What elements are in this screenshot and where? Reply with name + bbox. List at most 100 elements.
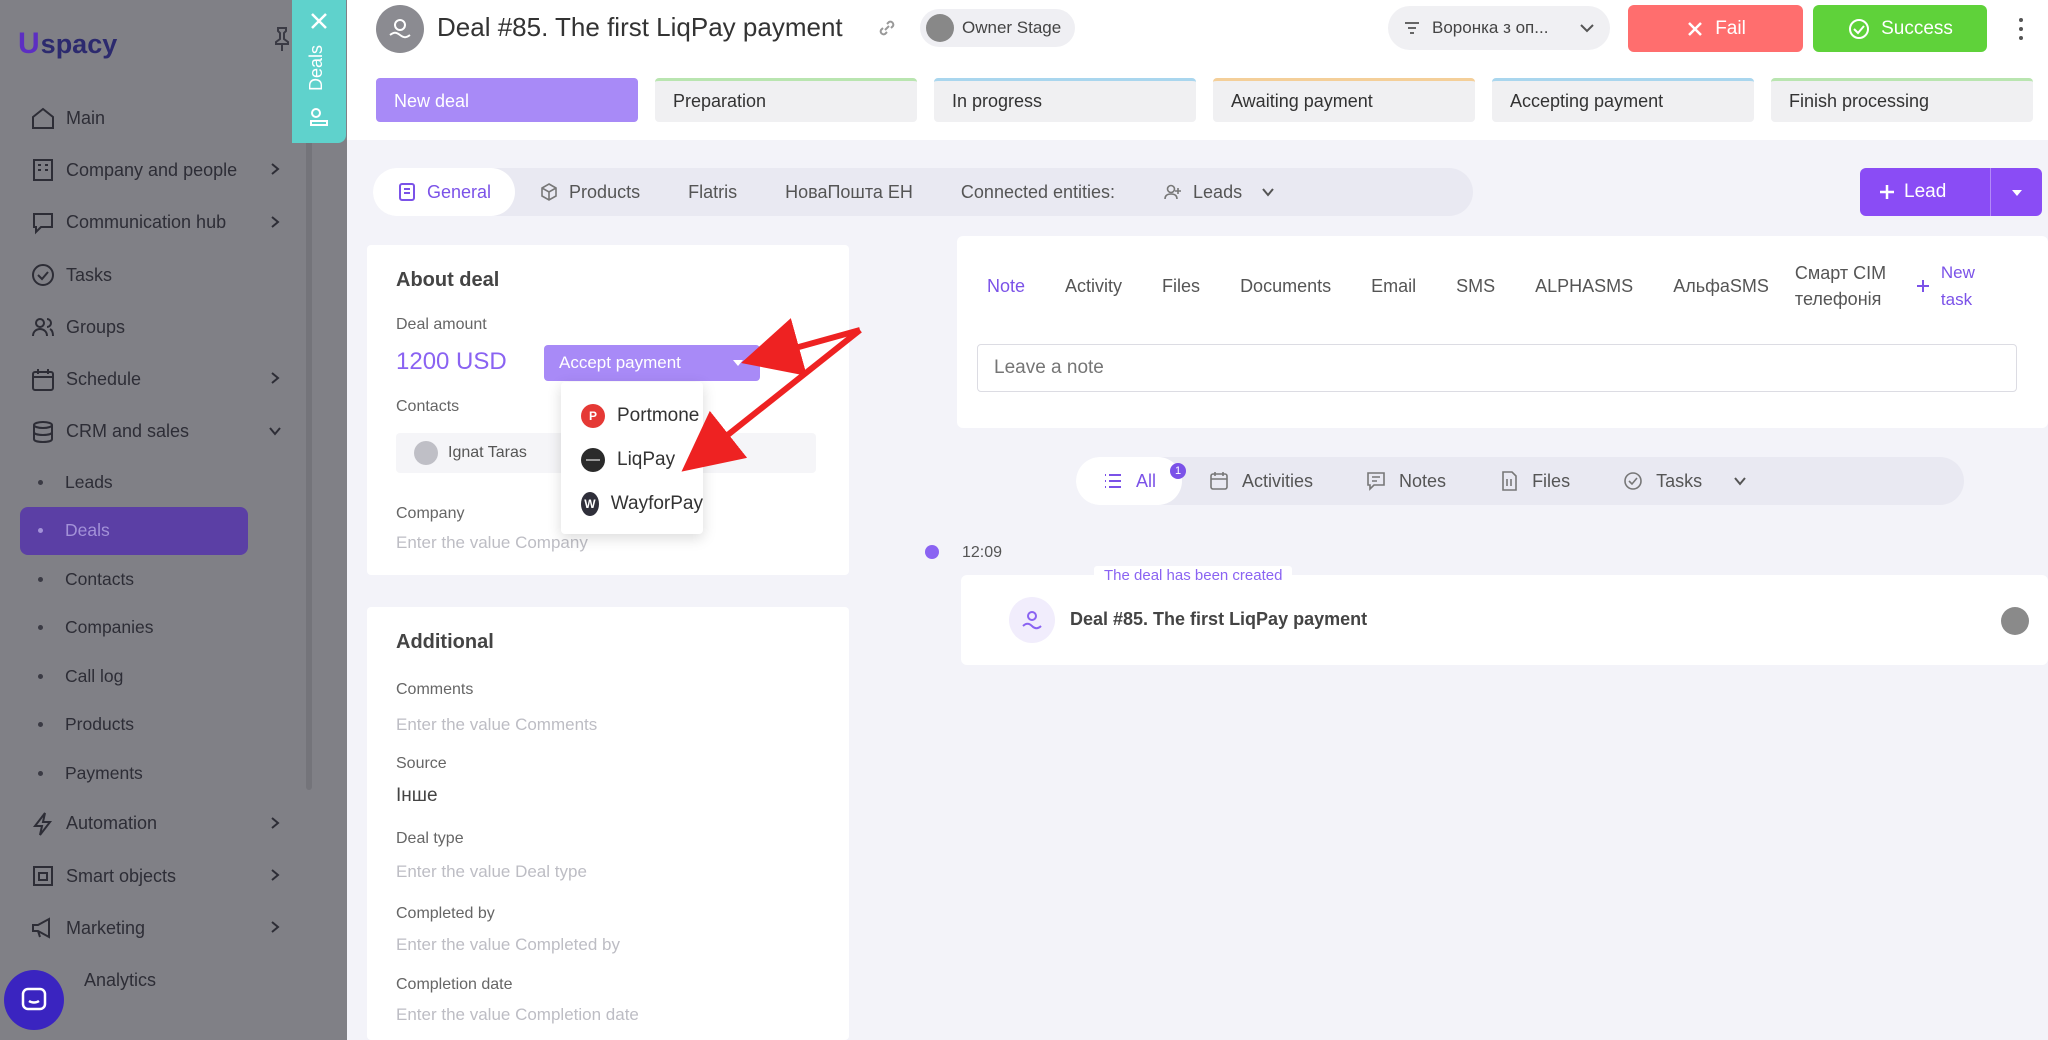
- create-lead-button[interactable]: Lead: [1860, 168, 2042, 216]
- sidebar-item-communication-hub[interactable]: Communication hub: [0, 197, 300, 249]
- sidebar-subitem-companies[interactable]: Companies: [0, 604, 300, 653]
- menu-item-portmone[interactable]: P Portmone: [561, 394, 703, 438]
- stage-label: Preparation: [673, 91, 767, 111]
- sidebar-item-crm-and-sales[interactable]: CRM and sales: [0, 406, 300, 458]
- filter-all[interactable]: All 1: [1076, 457, 1186, 505]
- sidebar-subitem-contacts[interactable]: Contacts: [0, 555, 300, 604]
- sidebar-item-smart-objects[interactable]: Smart objects: [0, 850, 300, 902]
- tab-novaposhta[interactable]: НоваПошта ЕН: [761, 168, 937, 216]
- plus-icon: [1916, 280, 1929, 292]
- new-task-button[interactable]: New task: [1899, 259, 1975, 313]
- sidebar-item-label: Marketing: [66, 917, 146, 938]
- tab-activity[interactable]: Activity: [1045, 276, 1142, 297]
- sidebar-subitem-products[interactable]: Products: [0, 701, 300, 750]
- tab-leads[interactable]: Leads: [1139, 168, 1300, 216]
- note-input[interactable]: [977, 344, 2017, 392]
- stage-accepting-payment[interactable]: Accepting payment: [1492, 78, 1754, 122]
- completion-date-label: Completion date: [396, 976, 513, 993]
- user-plus-icon: [1164, 184, 1182, 200]
- sidebar-item-groups[interactable]: Groups: [0, 301, 300, 353]
- deal-type-field[interactable]: Enter the value Deal type: [396, 862, 587, 882]
- users-icon: [28, 312, 58, 342]
- sidebar-subitem-label: Payments: [65, 762, 143, 783]
- tab-smart-sim-telephony[interactable]: Смарт СІМ телефонія: [1789, 260, 1899, 312]
- deals-panel-tab[interactable]: Deals: [292, 0, 346, 143]
- tab-products[interactable]: Products: [515, 168, 664, 216]
- close-icon[interactable]: [308, 10, 330, 32]
- document-icon: [399, 183, 415, 201]
- timeline-event-card[interactable]: Deal #85. The first LiqPay payment: [961, 575, 2048, 665]
- owner-stage-button[interactable]: Owner Stage: [920, 9, 1076, 47]
- stage-finish-processing[interactable]: Finish processing: [1771, 78, 2033, 122]
- chat-bubble-icon: [21, 987, 47, 1011]
- funnel-select[interactable]: Воронка з оп...: [1388, 6, 1610, 50]
- sidebar-subitem-leads[interactable]: Leads: [0, 458, 300, 507]
- sidebar-scrollbar[interactable]: [306, 120, 312, 790]
- accept-payment-button[interactable]: Accept payment: [544, 345, 760, 381]
- chevron-down-icon[interactable]: [1732, 473, 1748, 489]
- tab-email[interactable]: Email: [1351, 276, 1436, 297]
- caret-down-icon[interactable]: [2010, 186, 2024, 200]
- filter-tasks[interactable]: Tasks: [1596, 457, 1774, 505]
- comments-field[interactable]: Enter the value Comments: [396, 715, 597, 735]
- chevron-down-icon[interactable]: [1260, 184, 1276, 200]
- filter-label: All: [1136, 470, 1157, 491]
- filter-activities[interactable]: Activities: [1182, 457, 1339, 505]
- pin-icon[interactable]: [272, 26, 292, 52]
- stage-preparation[interactable]: Preparation: [655, 78, 917, 122]
- stage-awaiting-payment[interactable]: Awaiting payment: [1213, 78, 1475, 122]
- avatar: [926, 14, 954, 42]
- filter-files[interactable]: Files: [1472, 457, 1596, 505]
- tab-alfasms[interactable]: АльфаSMS: [1653, 276, 1789, 297]
- stage-new-deal[interactable]: New deal: [376, 78, 638, 122]
- sidebar-item-label: Main: [66, 107, 106, 128]
- link-icon[interactable]: [876, 17, 898, 39]
- chevron-down-icon: [269, 427, 281, 436]
- chevron-down-icon: [1580, 24, 1594, 33]
- tab-general[interactable]: General: [373, 168, 516, 216]
- tab-documents[interactable]: Documents: [1220, 276, 1351, 297]
- fail-label: Fail: [1715, 17, 1746, 39]
- fail-button[interactable]: Fail: [1628, 5, 1803, 52]
- completed-by-field[interactable]: Enter the value Completed by: [396, 935, 620, 955]
- more-options-icon[interactable]: [2011, 14, 2031, 44]
- tab-alphasms[interactable]: ALPHASMS: [1515, 276, 1653, 297]
- sidebar-item-automation[interactable]: Automation: [0, 798, 300, 850]
- menu-item-liqpay[interactable]: LiqPay: [561, 438, 703, 482]
- sidebar-subitem-deals[interactable]: Deals: [20, 506, 248, 556]
- sidebar-item-schedule[interactable]: Schedule: [0, 353, 300, 405]
- sidebar-item-tasks[interactable]: Tasks: [0, 249, 300, 301]
- app-logo[interactable]: Uspacy: [18, 24, 117, 64]
- sidebar-subitem-call-log[interactable]: Call log: [0, 652, 300, 701]
- completion-date-field[interactable]: Enter the value Completion date: [396, 1005, 639, 1025]
- sidebar-item-company-and-people[interactable]: Company and people: [0, 144, 300, 196]
- tab-note[interactable]: Note: [957, 276, 1045, 297]
- menu-item-wayforpay[interactable]: W WayforPay: [561, 482, 703, 526]
- owner-stage-label: Owner Stage: [962, 18, 1062, 37]
- support-chat-button[interactable]: [4, 970, 64, 1030]
- sidebar-subitem-payments[interactable]: Payments: [0, 749, 300, 798]
- deal-type-label: Deal type: [396, 830, 464, 847]
- sidebar-subitem-label: Deals: [65, 520, 110, 541]
- filter-notes[interactable]: Notes: [1339, 457, 1472, 505]
- activity-tabs: Note Activity Files Documents Email SMS …: [957, 236, 1975, 336]
- deal-handshake-icon: [310, 108, 328, 126]
- tab-flatris[interactable]: Flatris: [664, 168, 761, 216]
- chevron-right-icon: [271, 215, 280, 228]
- source-field[interactable]: Інше: [396, 785, 438, 807]
- success-button[interactable]: Success: [1813, 5, 1987, 52]
- company-field[interactable]: Enter the value Company: [396, 533, 588, 553]
- sidebar-subitem-label: Contacts: [65, 568, 135, 589]
- deal-avatar: [376, 5, 424, 53]
- sidebar-item-main[interactable]: Main: [0, 92, 300, 144]
- tab-files[interactable]: Files: [1142, 276, 1220, 297]
- tab-label: Connected entities:: [960, 181, 1116, 202]
- sidebar-item-label: Tasks: [66, 264, 113, 285]
- stage-in-progress[interactable]: In progress: [934, 78, 1196, 122]
- bullet-icon: [38, 576, 43, 582]
- tab-sms[interactable]: SMS: [1436, 276, 1515, 297]
- stage-label: Accepting payment: [1510, 91, 1664, 111]
- sidebar-item-marketing[interactable]: Marketing: [0, 902, 300, 954]
- source-label: Source: [396, 755, 447, 772]
- sidebar: Uspacy Main Company and people Communica…: [0, 0, 347, 1040]
